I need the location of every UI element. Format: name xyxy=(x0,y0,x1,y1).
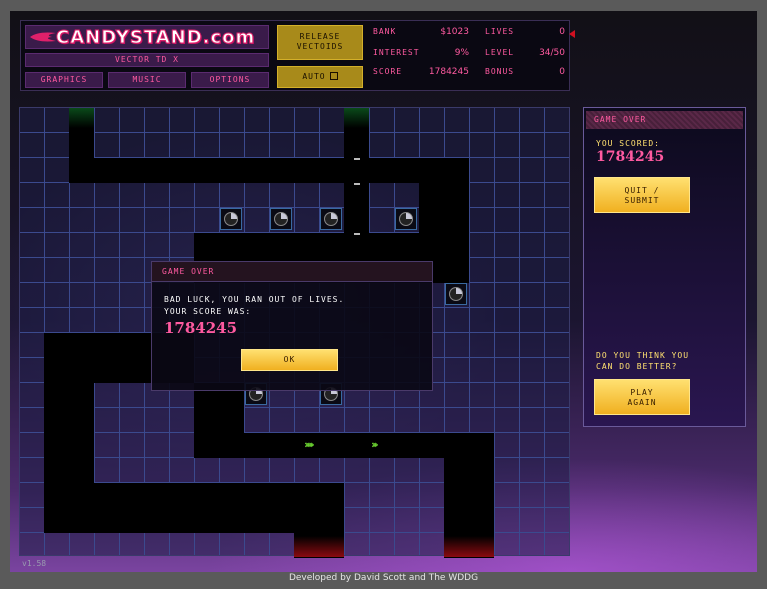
auto-checkbox[interactable] xyxy=(329,72,338,80)
bonus-value: 0 xyxy=(559,67,565,77)
logo-box[interactable]: CANDYSTAND.com xyxy=(25,25,269,49)
red-arrow-icon xyxy=(569,30,575,38)
play-again-button[interactable]: PLAY AGAIN xyxy=(594,379,690,415)
score-value: 1784245 xyxy=(428,67,469,77)
chevron-creep-icon: ››››› xyxy=(304,438,315,451)
entry-zone xyxy=(344,108,369,128)
quit-submit-button[interactable]: QUIT / SUBMIT xyxy=(594,177,690,213)
auto-label: AUTO xyxy=(302,72,326,81)
pie-tower-icon[interactable] xyxy=(220,208,242,230)
version-label: v1.58 xyxy=(22,559,47,568)
game-frame: CANDYSTAND.com VECTOR TD X GRAPHICS MUSI… xyxy=(0,0,767,589)
dialog-message-line2: YOUR SCORE WAS: xyxy=(164,307,252,316)
you-scored-label: YOU SCORED: xyxy=(596,139,660,148)
exit-zone xyxy=(444,536,494,557)
game-over-dialog: GAME OVER BAD LUCK, YOU RAN OUT OF LIVES… xyxy=(151,261,433,391)
bonus-label: BONUS xyxy=(485,67,515,76)
options-button[interactable]: OPTIONS xyxy=(191,72,269,88)
pie-tower-icon[interactable] xyxy=(395,208,417,230)
side-panel: GAME OVER YOU SCORED: 1784245 QUIT / SUB… xyxy=(583,107,746,427)
stat-row-1: BANK $1023 LIVES 0 xyxy=(369,27,575,41)
level-value: 34/50 xyxy=(539,48,565,58)
lives-label: LIVES xyxy=(485,27,515,36)
lives-value: 0 xyxy=(559,27,565,37)
ok-button[interactable]: OK xyxy=(241,349,338,371)
do-better-question: DO YOU THINK YOU CAN DO BETTER? xyxy=(596,351,690,371)
gate-marker xyxy=(354,183,360,185)
dialog-message: BAD LUCK, YOU RAN OUT OF LIVES. YOUR SCO… xyxy=(164,294,344,318)
stat-row-2: INTEREST 9% LEVEL 34/50 xyxy=(369,48,567,62)
panel-score: 1784245 xyxy=(596,149,665,165)
credits-text: Developed by David Scott and The WDDG xyxy=(288,573,479,583)
panel-title: GAME OVER xyxy=(586,111,743,129)
dialog-score: 1784245 xyxy=(164,319,238,337)
stat-row-3: SCORE 1784245 BONUS 0 xyxy=(369,67,567,81)
dialog-title: GAME OVER xyxy=(152,262,432,282)
music-button[interactable]: MUSIC xyxy=(108,72,186,88)
auto-button[interactable]: AUTO xyxy=(277,66,363,88)
flame-logo-icon xyxy=(30,32,56,42)
score-label: SCORE xyxy=(373,67,403,76)
pie-tower-icon[interactable] xyxy=(320,208,342,230)
dialog-message-line1: BAD LUCK, YOU RAN OUT OF LIVES. xyxy=(164,295,345,304)
gate-marker xyxy=(354,233,360,235)
pie-tower-icon[interactable] xyxy=(445,283,467,305)
chevron-creep-icon: ››› xyxy=(371,438,379,451)
interest-value: 9% xyxy=(454,48,469,58)
pie-tower-icon[interactable] xyxy=(270,208,292,230)
graphics-button[interactable]: GRAPHICS xyxy=(25,72,103,88)
bank-label: BANK xyxy=(373,27,397,36)
candystand-logo: CANDYSTAND.com xyxy=(55,27,256,49)
entry-zone xyxy=(69,108,94,128)
release-vectoids-button[interactable]: RELEASE VECTOIDS xyxy=(277,25,363,60)
path-segment xyxy=(69,158,469,183)
level-label: LEVEL xyxy=(485,48,515,57)
gate-marker xyxy=(354,158,360,160)
top-bar: CANDYSTAND.com VECTOR TD X GRAPHICS MUSI… xyxy=(20,20,575,91)
game-stage: CANDYSTAND.com VECTOR TD X GRAPHICS MUSI… xyxy=(10,11,757,572)
stats-panel: BANK $1023 LIVES 0 INTEREST 9% LEVEL 34/… xyxy=(369,25,575,88)
bank-value: $1023 xyxy=(440,27,469,37)
exit-zone xyxy=(294,536,344,557)
game-subtitle: VECTOR TD X xyxy=(25,53,269,67)
